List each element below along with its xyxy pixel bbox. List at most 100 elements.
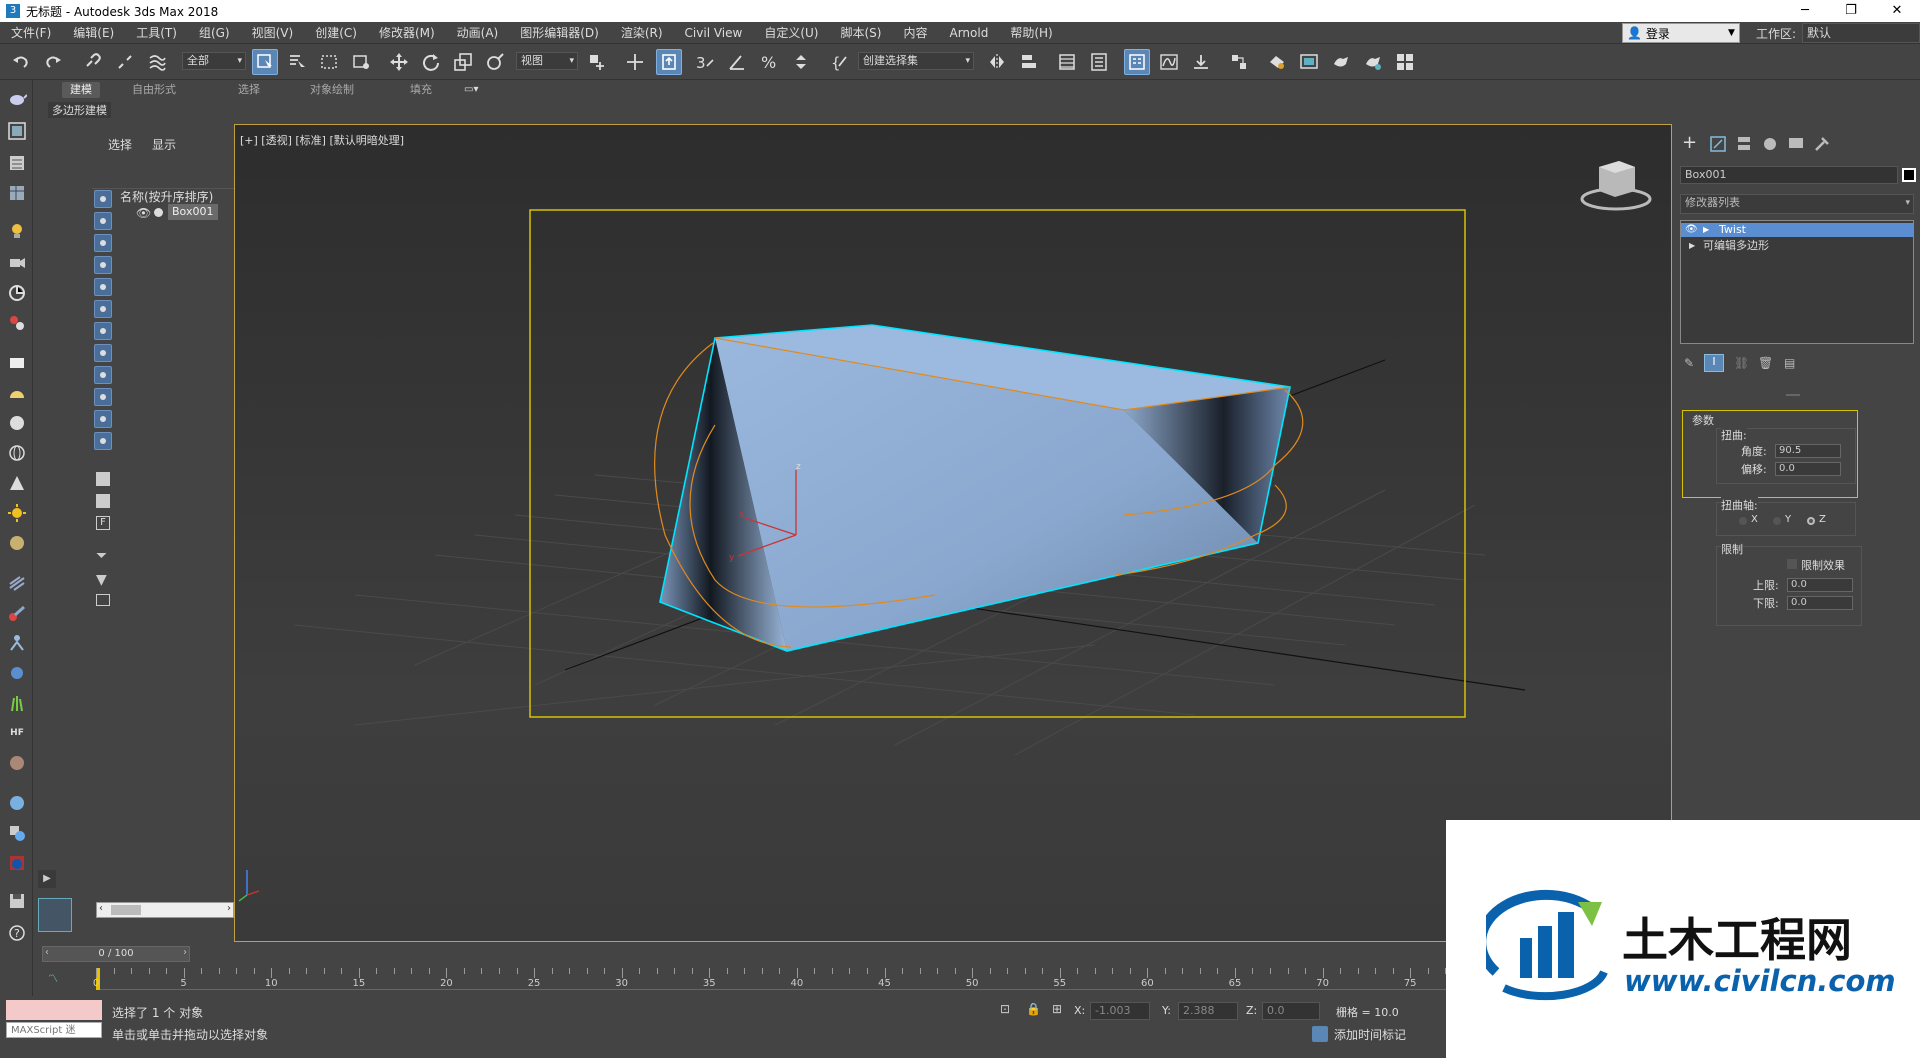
material-editor-icon[interactable] — [1226, 49, 1252, 75]
filter-geometry-icon[interactable] — [94, 190, 112, 208]
bind-spacewarp-icon[interactable] — [144, 49, 170, 75]
scene-explorer-icon[interactable] — [1124, 49, 1150, 75]
scene-scrollbar[interactable]: ‹ › — [96, 902, 234, 918]
remove-modifier-icon[interactable]: 🗑 — [1758, 356, 1773, 370]
track-bar[interactable]: 0 5 10 15 20 25 30 35 40 45 50 55 60 65 70 75 — [93, 968, 1454, 990]
helper-icon[interactable] — [4, 280, 30, 306]
camera-icon[interactable] — [4, 250, 30, 276]
expand-arrow-icon[interactable]: ▶ — [1703, 223, 1709, 237]
ribbon-options-icon[interactable]: ▭▾ — [464, 84, 486, 96]
ribbon-tab-freeform[interactable]: 自由形式 — [124, 82, 184, 98]
sun-icon[interactable] — [4, 500, 30, 526]
curve-toggle-icon[interactable]: 〽 — [48, 970, 58, 985]
teapot-icon[interactable] — [4, 86, 30, 112]
upper-limit-spinner[interactable]: 0.0 — [1787, 578, 1853, 592]
hierarchy-tab-icon[interactable] — [1734, 134, 1754, 154]
invert-icon[interactable]: F — [96, 516, 110, 530]
filter-shapes-icon[interactable] — [94, 212, 112, 230]
rotate-icon[interactable] — [418, 49, 444, 75]
frame-icon[interactable] — [96, 594, 110, 606]
render-setup-icon[interactable] — [1264, 49, 1290, 75]
menu-graph-editors[interactable]: 图形编辑器(D) — [509, 24, 610, 41]
limit-effect-checkbox[interactable] — [1787, 559, 1797, 569]
restore-button[interactable]: ❐ — [1828, 0, 1874, 22]
scene-tab-display[interactable]: 显示 — [152, 136, 176, 153]
ribbon-sub-label[interactable]: 多边形建模 — [48, 102, 111, 118]
lock-icon[interactable]: 🔒 — [1026, 1002, 1042, 1018]
ribbon-tab-selection[interactable]: 选择 — [230, 82, 268, 98]
move-icon[interactable] — [386, 49, 412, 75]
object-color-swatch[interactable] — [1902, 168, 1916, 182]
expand-arrow-icon[interactable]: ▶ — [1689, 239, 1695, 253]
named-selection-dropdown[interactable]: 创建选择集 — [858, 52, 974, 70]
filter-cameras-icon[interactable] — [94, 256, 112, 274]
menu-arnold[interactable]: Arnold — [938, 26, 999, 40]
filter-bones-icon[interactable] — [94, 366, 112, 384]
make-unique-icon[interactable]: ⛓ — [1734, 356, 1749, 370]
person-icon[interactable] — [4, 630, 30, 656]
mirror-icon[interactable] — [984, 49, 1010, 75]
sphere-blue-icon[interactable] — [4, 790, 30, 816]
sphere-icon[interactable] — [4, 410, 30, 436]
ribbon-tab-modeling[interactable]: 建模 — [62, 82, 100, 98]
axis-z-radio[interactable] — [1807, 517, 1815, 525]
close-button[interactable]: ✕ — [1874, 0, 1920, 22]
menu-customize[interactable]: 自定义(U) — [753, 24, 829, 41]
add-time-tag-button[interactable]: 添加时间标记 — [1334, 1026, 1406, 1043]
place-icon[interactable] — [482, 49, 508, 75]
filter-containers-icon[interactable] — [94, 388, 112, 406]
login-dropdown[interactable]: 👤 登录 ▼ — [1621, 23, 1740, 43]
visibility-eye-icon[interactable]: 👁 — [136, 206, 151, 220]
menu-animation[interactable]: 动画(A) — [446, 24, 510, 41]
menu-view[interactable]: 视图(V) — [241, 24, 305, 41]
menu-content[interactable]: 内容 — [892, 24, 938, 41]
display-tab-icon[interactable] — [1786, 134, 1806, 154]
undo-icon[interactable] — [8, 49, 34, 75]
freeze-icon[interactable] — [154, 208, 163, 217]
axis-y-radio[interactable] — [1773, 517, 1781, 525]
absolute-mode-icon[interactable]: ⊞ — [1052, 1002, 1068, 1018]
angle-snap-icon[interactable] — [724, 49, 750, 75]
spinner-snap-icon[interactable] — [788, 49, 814, 75]
rendered-frame-icon[interactable] — [1296, 49, 1322, 75]
align-icon[interactable] — [1016, 49, 1042, 75]
utilities-tab-icon[interactable] — [1812, 134, 1832, 154]
time-tag-icon[interactable] — [1312, 1026, 1328, 1042]
pivot-center-icon[interactable] — [584, 49, 610, 75]
help-icon[interactable]: ? — [4, 920, 30, 946]
bias-spinner[interactable]: 0.0 — [1775, 462, 1841, 476]
save-icon[interactable] — [4, 888, 30, 914]
table-icon[interactable] — [4, 180, 30, 206]
viewport-layout-icon[interactable] — [38, 898, 72, 932]
render-production-icon[interactable] — [1328, 49, 1354, 75]
menu-help[interactable]: 帮助(H) — [999, 24, 1063, 41]
curve-editor-icon[interactable] — [1156, 49, 1182, 75]
viewport-label[interactable]: [+] [透视] [标准] [默认明暗处理] — [240, 132, 404, 148]
filter-lights-icon[interactable] — [94, 234, 112, 252]
z-coord-field[interactable]: 0.0 — [1262, 1002, 1320, 1020]
cone-icon[interactable] — [4, 470, 30, 496]
select-object-icon[interactable] — [252, 49, 278, 75]
redo-icon[interactable] — [40, 49, 66, 75]
lower-limit-spinner[interactable]: 0.0 — [1787, 596, 1853, 610]
filter-frozen-icon[interactable] — [94, 410, 112, 428]
stack-item-twist[interactable]: 👁 ▶ Twist — [1681, 223, 1913, 237]
keyboard-shortcut-toggle-icon[interactable] — [656, 49, 682, 75]
filter-spacewarps-icon[interactable] — [94, 300, 112, 318]
menu-tools[interactable]: 工具(T) — [125, 24, 188, 41]
filter-icon[interactable]: ▼ — [96, 572, 110, 588]
menu-create[interactable]: 创建(C) — [304, 24, 368, 41]
percent-snap-icon[interactable]: % — [756, 49, 782, 75]
ox-icon[interactable] — [4, 750, 30, 776]
twisted-box-mesh[interactable] — [659, 324, 1291, 652]
minimize-button[interactable]: ─ — [1782, 0, 1828, 22]
x-coord-field[interactable]: -1.003 — [1090, 1002, 1150, 1020]
hf-icon[interactable]: HF — [4, 720, 30, 746]
maxscript-listener[interactable] — [6, 1000, 102, 1020]
create-tab-icon[interactable]: + — [1682, 134, 1702, 154]
pipe-icon[interactable] — [4, 600, 30, 626]
configure-sets-icon[interactable]: ▤ — [1784, 356, 1798, 370]
filter-helpers-icon[interactable] — [94, 278, 112, 296]
time-slider[interactable]: ‹ 0 / 100 › — [42, 946, 190, 962]
stack-item-editable-poly[interactable]: ▶ 可编辑多边形 — [1681, 239, 1913, 253]
